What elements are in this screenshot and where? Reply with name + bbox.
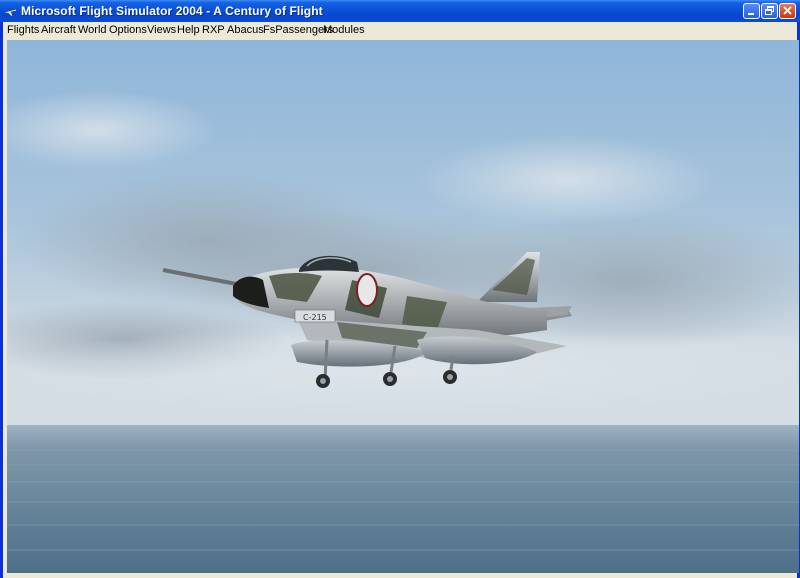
menu-world[interactable]: World (78, 24, 107, 36)
menu-options[interactable]: Options (109, 24, 147, 36)
menu-flights[interactable]: Flights (7, 24, 39, 36)
flight-sim-app-icon[interactable] (4, 4, 18, 18)
app-window: Microsoft Flight Simulator 2004 - A Cent… (0, 0, 800, 578)
flight-scene: C-215 (7, 40, 799, 573)
restore-button[interactable] (761, 3, 778, 19)
menu-rxp[interactable]: RXP (202, 24, 225, 36)
close-icon (783, 6, 792, 15)
minimize-icon (748, 13, 754, 15)
menu-abacus[interactable]: Abacus (227, 24, 264, 36)
restore-icon (765, 6, 774, 15)
status-bar (3, 573, 797, 578)
menu-bar: Flights Aircraft World Options Views Hel… (3, 22, 797, 39)
title-bar[interactable]: Microsoft Flight Simulator 2004 - A Cent… (0, 0, 800, 22)
close-button[interactable] (779, 3, 796, 19)
tail-code: C-215 (303, 313, 327, 322)
menu-views[interactable]: Views (147, 24, 176, 36)
menu-modules[interactable]: Modules (323, 24, 365, 36)
menu-help[interactable]: Help (177, 24, 200, 36)
window-title: Microsoft Flight Simulator 2004 - A Cent… (21, 4, 323, 18)
simulator-viewport[interactable]: C-215 (7, 40, 799, 573)
menu-aircraft[interactable]: Aircraft (41, 24, 76, 36)
minimize-button[interactable] (743, 3, 760, 19)
